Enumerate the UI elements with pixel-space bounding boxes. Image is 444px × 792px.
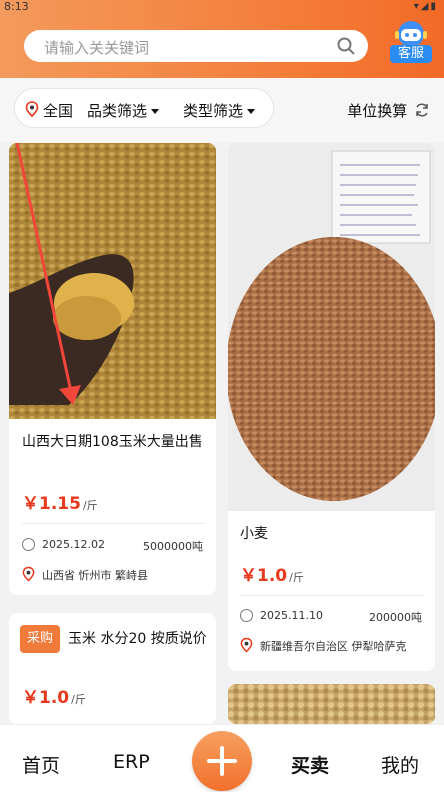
listing-price: ￥1.0/斤 bbox=[22, 683, 86, 708]
nav-mine[interactable]: 我的 bbox=[381, 751, 419, 778]
listing-price-value: ￥1.0 bbox=[240, 566, 288, 586]
listing-date: 2025.12.02 bbox=[42, 538, 105, 551]
listing-title-text: 玉米 水分20 按质说价 bbox=[68, 631, 207, 647]
search-placeholder: 请输入关关键词 bbox=[44, 39, 150, 57]
product-image bbox=[228, 684, 435, 724]
region-filter[interactable]: 全国 bbox=[43, 100, 73, 121]
listing-title: 山西大日期108玉米大量出售 bbox=[22, 434, 203, 450]
clock-icon bbox=[240, 609, 253, 622]
status-time: 8:13 bbox=[4, 0, 29, 13]
listing-location: 新疆维吾尔自治区 伊犁哈萨克 bbox=[260, 640, 407, 653]
product-image bbox=[9, 143, 216, 419]
caret-down-icon bbox=[151, 109, 160, 114]
divider bbox=[22, 523, 206, 524]
type-filter[interactable]: 类型筛选 bbox=[183, 100, 256, 121]
listing-price-unit: /斤 bbox=[71, 693, 86, 706]
listing-price-unit: /斤 bbox=[289, 571, 304, 584]
refresh-icon bbox=[416, 103, 428, 117]
nav-trade[interactable]: 买卖 bbox=[291, 751, 329, 778]
unit-convert-label: 单位换算 bbox=[347, 102, 408, 120]
search-input[interactable]: 请输入关关键词 bbox=[24, 30, 368, 62]
location-pin-icon bbox=[25, 101, 39, 117]
category-filter[interactable]: 品类筛选 bbox=[87, 100, 160, 121]
listing-location: 山西省 忻州市 繁峙县 bbox=[42, 569, 148, 582]
listing-price: ￥1.15/斤 bbox=[22, 489, 98, 514]
location-pin-icon bbox=[240, 637, 253, 653]
plus-icon bbox=[207, 746, 237, 776]
search-icon[interactable] bbox=[336, 36, 356, 56]
location-pin-icon bbox=[22, 566, 35, 582]
customer-service-button[interactable]: 客服 bbox=[388, 18, 434, 66]
listing-title: 小麦 bbox=[240, 526, 268, 542]
nav-erp[interactable]: ERP bbox=[113, 751, 150, 773]
category-filter-label: 品类筛选 bbox=[87, 102, 148, 120]
listing-price: ￥1.0/斤 bbox=[240, 561, 304, 586]
type-filter-label: 类型筛选 bbox=[183, 102, 244, 120]
filter-bar: 全国 品类筛选 类型筛选 单位换算 bbox=[0, 78, 444, 142]
purchase-tag: 采购 bbox=[20, 625, 61, 653]
divider bbox=[240, 595, 424, 596]
unit-convert-button[interactable]: 单位换算 bbox=[347, 100, 430, 121]
status-icons: ▾◢▮ bbox=[413, 1, 438, 12]
nav-home[interactable]: 首页 bbox=[22, 751, 60, 778]
listing-price-unit: /斤 bbox=[82, 499, 98, 512]
listing-card[interactable]: 小麦 ￥1.0/斤 2025.11.10 200000吨 新疆维吾尔自治区 伊犁… bbox=[228, 143, 435, 671]
listing-quantity: 5000000吨 bbox=[143, 540, 203, 553]
caret-down-icon bbox=[247, 109, 256, 114]
listing-price-value: ￥1.0 bbox=[22, 688, 70, 708]
listing-card[interactable]: 山西大日期108玉米大量出售 ￥1.15/斤 2025.12.02 500000… bbox=[9, 143, 216, 595]
filter-group: 全国 品类筛选 类型筛选 bbox=[14, 88, 274, 128]
listing-card[interactable]: 采购 玉米 水分20 按质说价 ￥1.0/斤 bbox=[9, 613, 216, 724]
app-header: 8:13 ▾◢▮ 请输入关关键词 客服 bbox=[0, 0, 444, 78]
add-button[interactable] bbox=[192, 731, 252, 791]
clock-icon bbox=[22, 538, 35, 551]
robot-icon bbox=[395, 21, 427, 47]
listing-date: 2025.11.10 bbox=[260, 609, 323, 622]
product-image bbox=[228, 143, 435, 511]
listing-price-value: ￥1.15 bbox=[22, 494, 81, 514]
bottom-nav: 首页 ERP 买卖 我的 bbox=[0, 724, 444, 792]
customer-service-label: 客服 bbox=[390, 45, 432, 63]
listing-title: 采购 玉米 水分20 按质说价 bbox=[20, 625, 210, 653]
listing-card[interactable] bbox=[228, 684, 435, 724]
listing-quantity: 200000吨 bbox=[369, 611, 422, 624]
